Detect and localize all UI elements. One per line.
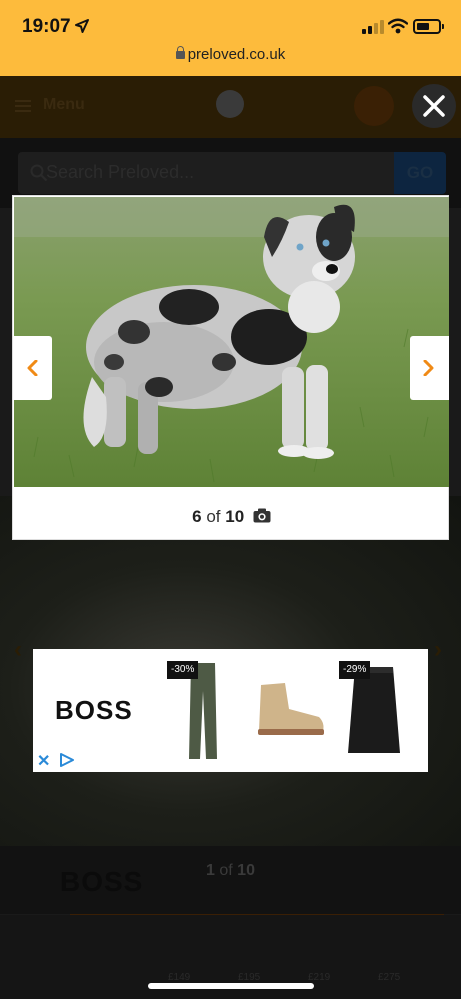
search-go-button: GO bbox=[394, 152, 446, 194]
counter-current: 6 bbox=[192, 507, 202, 526]
location-arrow-icon bbox=[75, 19, 89, 33]
battery-icon bbox=[413, 19, 444, 34]
chevron-left-icon bbox=[27, 360, 38, 376]
hamburger-icon bbox=[15, 100, 31, 112]
discount-badge: -29% bbox=[339, 661, 371, 679]
bg-counter-total: 10 bbox=[237, 862, 255, 879]
close-button[interactable] bbox=[412, 84, 456, 128]
ad-close-icon[interactable]: ✕ bbox=[37, 751, 50, 771]
ad-product-boot[interactable] bbox=[255, 679, 327, 737]
bg-counter-current: 1 bbox=[206, 862, 215, 879]
chevron-right-icon bbox=[423, 360, 434, 376]
advert-banner[interactable]: BOSS -30% -29% ✕ bbox=[33, 649, 428, 772]
status-time: 19:07 bbox=[22, 16, 71, 37]
discount-badge: -30% bbox=[167, 661, 199, 679]
search-placeholder: Search Preloved... bbox=[46, 162, 195, 182]
bg-ad-brand: BOSS bbox=[60, 866, 144, 897]
home-indicator bbox=[148, 983, 314, 989]
address-bar[interactable]: preloved.co.uk bbox=[0, 46, 461, 63]
pin-icon bbox=[354, 86, 394, 126]
cellular-signal-icon bbox=[362, 20, 384, 34]
close-icon bbox=[423, 95, 445, 117]
bg-ad-price: £275 bbox=[378, 972, 401, 983]
bg-ad-price: £149 bbox=[168, 972, 191, 983]
bg-counter-of: of bbox=[219, 862, 233, 879]
camera-icon bbox=[253, 508, 271, 523]
photo-lightbox: 6 of 10 bbox=[12, 195, 449, 540]
ad-brand-logo: BOSS bbox=[55, 695, 133, 725]
adchoices-icon[interactable] bbox=[59, 753, 75, 767]
bg-ad-price: £195 bbox=[238, 972, 261, 983]
menu-label: Menu bbox=[43, 96, 85, 113]
bg-ad-price: £219 bbox=[308, 972, 331, 983]
bg-chevron-right-icon: › bbox=[434, 636, 442, 663]
lock-icon bbox=[175, 46, 185, 59]
bg-chevron-left-icon: ‹ bbox=[14, 636, 22, 663]
listing-photo bbox=[14, 197, 449, 487]
site-header: Menu bbox=[0, 76, 461, 138]
photo-counter: 6 of 10 bbox=[13, 507, 450, 527]
status-bar: 19:07 preloved.co.uk bbox=[0, 0, 461, 76]
counter-total: 10 bbox=[225, 507, 245, 526]
url-text: preloved.co.uk bbox=[187, 46, 286, 63]
counter-of: of bbox=[206, 507, 221, 526]
wifi-icon bbox=[388, 18, 408, 34]
site-logo bbox=[216, 90, 244, 118]
next-photo-button[interactable] bbox=[410, 336, 449, 400]
previous-photo-button[interactable] bbox=[13, 336, 52, 400]
